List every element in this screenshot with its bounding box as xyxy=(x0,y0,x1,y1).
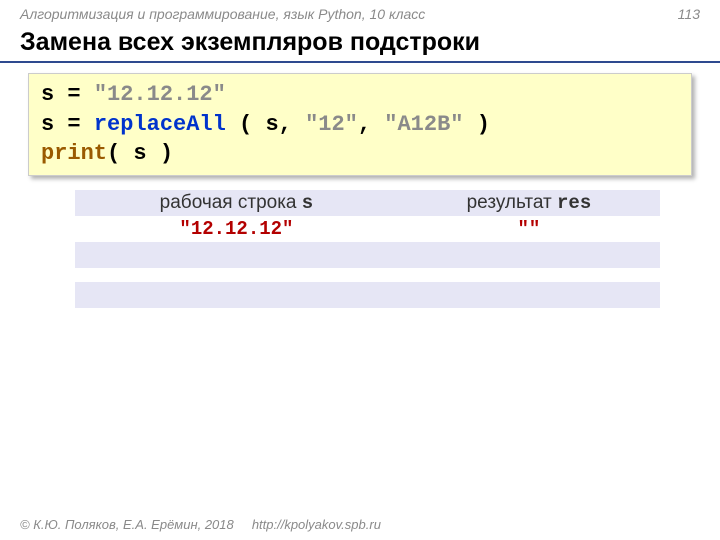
code-string: "12.12.12" xyxy=(94,82,226,107)
table-header-s: рабочая строка s xyxy=(75,190,398,216)
code-string: "12" xyxy=(305,112,358,137)
code-function: replaceAll xyxy=(94,112,226,137)
cell-res: "" xyxy=(398,216,660,242)
code-token: s xyxy=(265,112,278,137)
cell-s: "12.12.12" xyxy=(75,216,398,242)
code-string: "A12B" xyxy=(384,112,463,137)
code-line-3: print( s ) xyxy=(41,139,679,169)
table-row xyxy=(75,282,660,308)
slide-footer: © К.Ю. Поляков, Е.А. Ерёмин, 2018 http:/… xyxy=(20,517,381,532)
slide-title: Замена всех экземпляров подстроки xyxy=(0,26,720,63)
header-text: рабочая строка xyxy=(160,192,302,213)
code-token: s xyxy=(133,141,146,166)
code-token: ( xyxy=(226,112,266,137)
trace-table: рабочая строка s результат res "12.12.12… xyxy=(75,190,660,308)
slide-header: Алгоритмизация и программирование, язык … xyxy=(0,0,720,26)
cell-empty xyxy=(398,242,660,268)
page-number: 113 xyxy=(678,6,700,22)
code-keyword: print xyxy=(41,141,107,166)
cell-empty xyxy=(75,282,398,308)
cell-empty xyxy=(398,282,660,308)
course-name: Алгоритмизация и программирование, язык … xyxy=(20,6,425,22)
header-var: res xyxy=(557,192,591,214)
code-token: s = xyxy=(41,82,94,107)
cell-empty xyxy=(75,242,398,268)
code-token: , xyxy=(279,112,305,137)
code-token: ) xyxy=(464,112,490,137)
table-row: "12.12.12" "" xyxy=(75,216,660,242)
table-row xyxy=(75,242,660,268)
code-token: , xyxy=(358,112,384,137)
table-gap xyxy=(75,268,660,282)
code-block: s = "12.12.12" s = replaceAll ( s, "12",… xyxy=(28,73,692,176)
code-token: ) xyxy=(147,141,173,166)
code-token: s = xyxy=(41,112,94,137)
copyright: © К.Ю. Поляков, Е.А. Ерёмин, 2018 xyxy=(20,517,234,532)
table-header-res: результат res xyxy=(398,190,660,216)
header-var: s xyxy=(302,192,313,214)
header-text: результат xyxy=(467,192,557,213)
code-line-2: s = replaceAll ( s, "12", "A12B" ) xyxy=(41,110,679,140)
code-token: ( xyxy=(107,141,133,166)
table-header-row: рабочая строка s результат res xyxy=(75,190,660,216)
code-line-1: s = "12.12.12" xyxy=(41,80,679,110)
footer-url: http://kpolyakov.spb.ru xyxy=(252,517,381,532)
